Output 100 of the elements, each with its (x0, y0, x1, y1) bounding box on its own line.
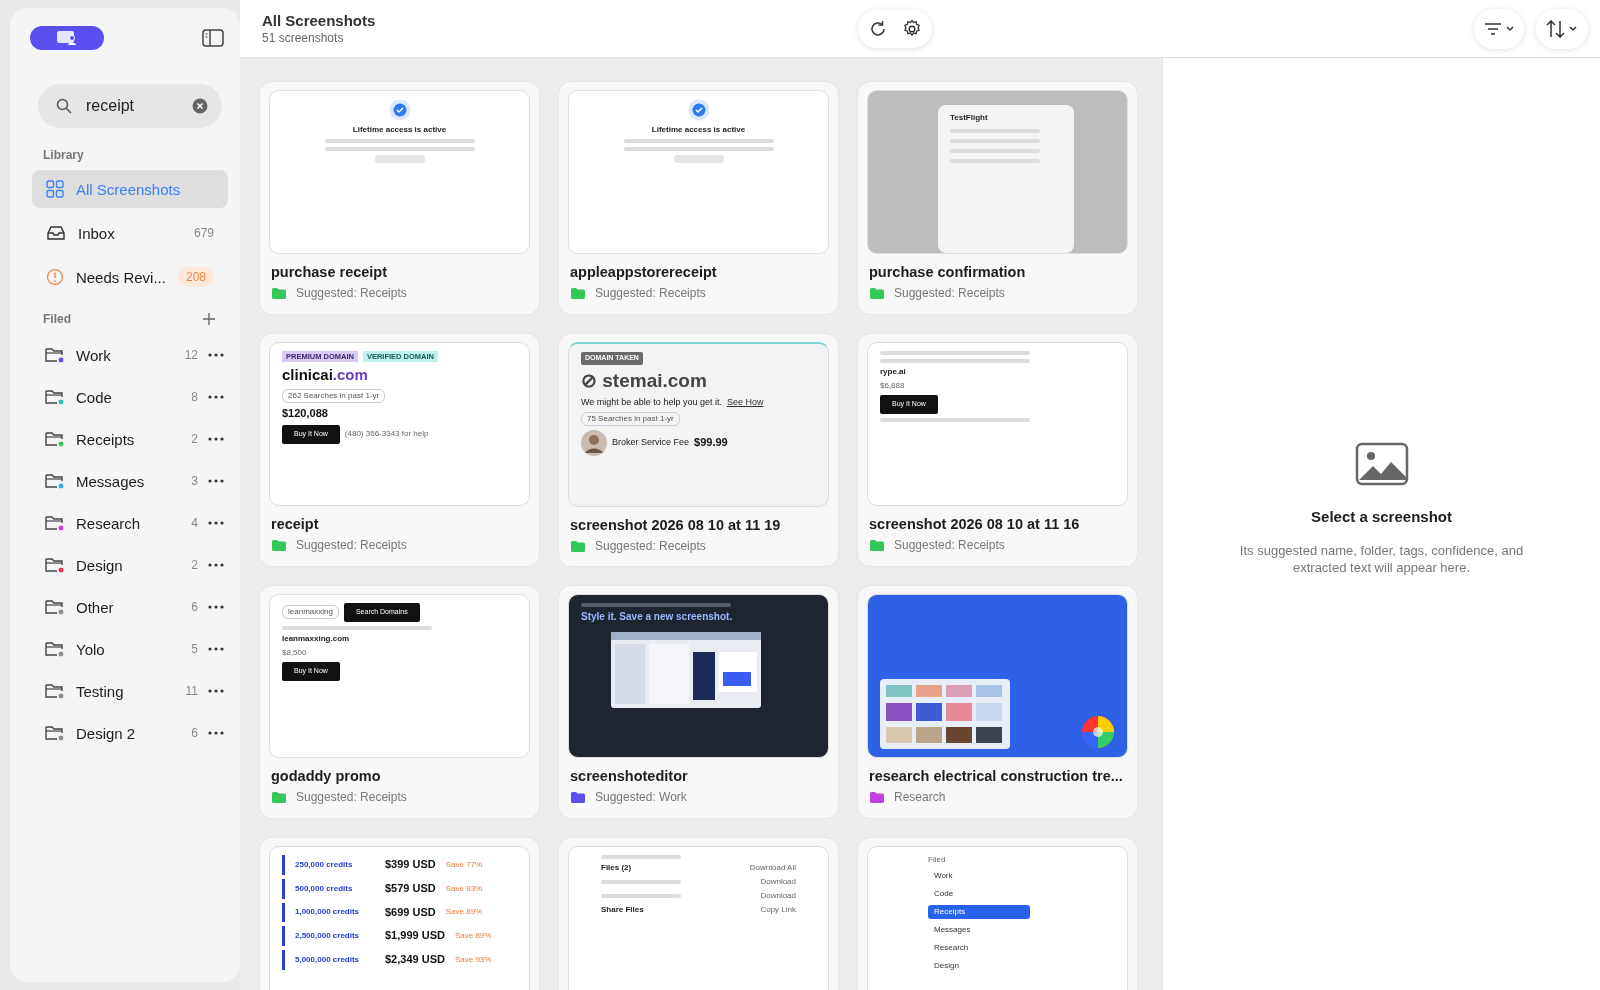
capture-button[interactable] (30, 26, 104, 50)
screenshot-card[interactable]: 250,000 credits $399 USD Save 77% 500,000 credits $579 USD Save 83% 1,000,000 credits $699 USD Save 89% 2,500,000 credits $1,999 USD Save 89% 5,000,000 credits $2,349 USD Save 93% (260, 838, 539, 990)
thumb-text: TestFlight (950, 113, 988, 123)
folder-icon (44, 598, 66, 616)
section-label: Library (42, 147, 85, 164)
sort-button[interactable] (1536, 8, 1588, 49)
folder-suggestion: Suggested: Receipts (894, 286, 1005, 300)
more-icon[interactable] (208, 479, 224, 483)
more-icon[interactable] (208, 731, 224, 735)
thumb-caption: $8,500 (282, 647, 307, 658)
color-wheel-icon (1081, 715, 1115, 749)
image-placeholder-icon (1354, 441, 1409, 486)
folder-icon (44, 472, 66, 490)
check-badge-icon (687, 99, 710, 121)
save-label: Save 93% (454, 954, 492, 965)
folder-item[interactable]: Receipts 2 (22, 418, 228, 460)
folder-suggestion: Suggested: Receipts (296, 790, 407, 804)
thumb-text: We might be able to help you get it. (581, 396, 722, 408)
folder-icon (44, 682, 66, 700)
thumb-domain: .com (332, 366, 368, 386)
sidebar-toggle-icon[interactable] (202, 29, 224, 47)
search-field[interactable]: receipt (38, 84, 222, 128)
more-icon[interactable] (208, 689, 224, 693)
screenshot-card[interactable]: Files (2) Download All Download Download Share Files Copy Link (559, 838, 838, 990)
folder-item[interactable]: Yolo 5 (22, 628, 228, 670)
thumb-folder-row-text: Work (933, 870, 954, 882)
inbox-icon (46, 225, 66, 241)
screenshot-card[interactable]: Lifetime access is active purchase receipt Suggested: Receipts (260, 82, 539, 314)
folder-suggestion: Suggested: Receipts (296, 286, 407, 300)
sidebar-item[interactable]: Needs Revi... 208 (32, 258, 228, 296)
more-icon[interactable] (208, 563, 224, 567)
card-title: appleappstorereceipt (570, 264, 718, 280)
thumb-text: rype.ai (880, 367, 906, 377)
sort-icon (1546, 19, 1578, 38)
more-icon[interactable] (208, 395, 224, 399)
credit-label: 1,000,000 credits (295, 907, 361, 918)
thumb-price: $579 USD (385, 881, 436, 896)
folder-item[interactable]: Research 4 (22, 502, 228, 544)
thumb-price: $1,999 USD (385, 929, 445, 943)
more-icon[interactable] (208, 437, 224, 441)
thumb-text: Lifetime access is active (651, 125, 746, 135)
skeleton-button (374, 155, 425, 163)
folder-icon (44, 514, 66, 532)
detail-text: Its suggested name, folder, tags, confidence, and extracted text will appear here. (1238, 542, 1525, 577)
page-title: All Screenshots (262, 12, 377, 29)
screen-person-icon (56, 30, 78, 46)
add-icon[interactable] (202, 312, 216, 326)
thumb-folder-row-text: Code (933, 888, 955, 900)
settings-icon[interactable] (902, 19, 922, 39)
detail-title: Select a screenshot (1311, 507, 1452, 525)
folder-suggestion: Suggested: Receipts (595, 539, 706, 553)
credit-label: 2,500,000 credits (295, 931, 361, 942)
check-badge-icon (388, 99, 411, 121)
screenshot-card[interactable]: research electrical construction tre... Research (858, 586, 1137, 818)
thumb-caption: Download (760, 891, 796, 901)
thumb-price: $699 USD (385, 905, 436, 920)
thumb-text: Share Files (601, 905, 644, 915)
screenshot-card[interactable]: Lifetime access is active appleappstorereceipt Suggested: Receipts (559, 82, 838, 314)
filter-button[interactable] (1474, 8, 1524, 49)
more-icon[interactable] (208, 647, 224, 651)
filter-icon (1484, 21, 1514, 36)
folder-item[interactable]: Work 12 (22, 334, 228, 376)
thumb-price: $399 USD (385, 858, 436, 872)
folder-item[interactable]: Design 2 6 (22, 712, 228, 754)
more-icon[interactable] (208, 353, 224, 357)
thumb-text: Broker Service Fee (612, 437, 690, 449)
folder-item[interactable]: Other 6 (22, 586, 228, 628)
save-label: Save 89% (454, 931, 492, 942)
refresh-icon[interactable] (868, 19, 888, 39)
thumb-chip: 75 Searches in past 1-yr (581, 411, 680, 426)
folder-item[interactable]: Testing 11 (22, 670, 228, 712)
clear-icon[interactable] (192, 98, 208, 114)
folder-item[interactable]: Design 2 (22, 544, 228, 586)
grid-icon (46, 180, 64, 198)
save-label: Save 83% (445, 883, 483, 894)
folder-item[interactable]: Messages 3 (22, 460, 228, 502)
thumb-caption: Download (760, 877, 796, 887)
screenshot-card[interactable]: TestFlight purchase confirmation Suggested: Receipts (858, 82, 1137, 314)
avatar-icon (581, 429, 607, 456)
thumb-caption: Filed (928, 855, 946, 865)
more-icon[interactable] (208, 605, 224, 609)
thumb-caption: $6,888 (880, 381, 905, 391)
card-title: research electrical construction tre... (869, 768, 1124, 784)
save-label: Save 89% (445, 907, 483, 918)
folder-icon (44, 556, 66, 574)
more-icon[interactable] (208, 521, 224, 525)
card-title: purchase confirmation (869, 264, 1027, 280)
folder-icon (44, 430, 66, 448)
screenshot-card[interactable]: Filed Work Code Receipts Messages Research Design (858, 838, 1137, 990)
screenshot-count: 51 screenshots (262, 31, 345, 45)
thumb-price: $2,349 USD (385, 953, 445, 967)
screenshot-card[interactable]: Style it. Save a new screenshot. screenshoteditor Suggested: Work (559, 586, 838, 818)
sidebar-item[interactable]: Inbox 679 (32, 214, 228, 252)
thumb-caption: Download All (749, 863, 796, 873)
folder-item[interactable]: Code 8 (22, 376, 228, 418)
thumb-price: $99.99 (694, 435, 728, 450)
thumb-domain: clinicai (282, 366, 333, 386)
folder-suggestion: Suggested: Receipts (894, 538, 1005, 552)
thumb-price: $120,088 (282, 407, 328, 421)
folder-suggestion: Suggested: Receipts (296, 538, 407, 552)
